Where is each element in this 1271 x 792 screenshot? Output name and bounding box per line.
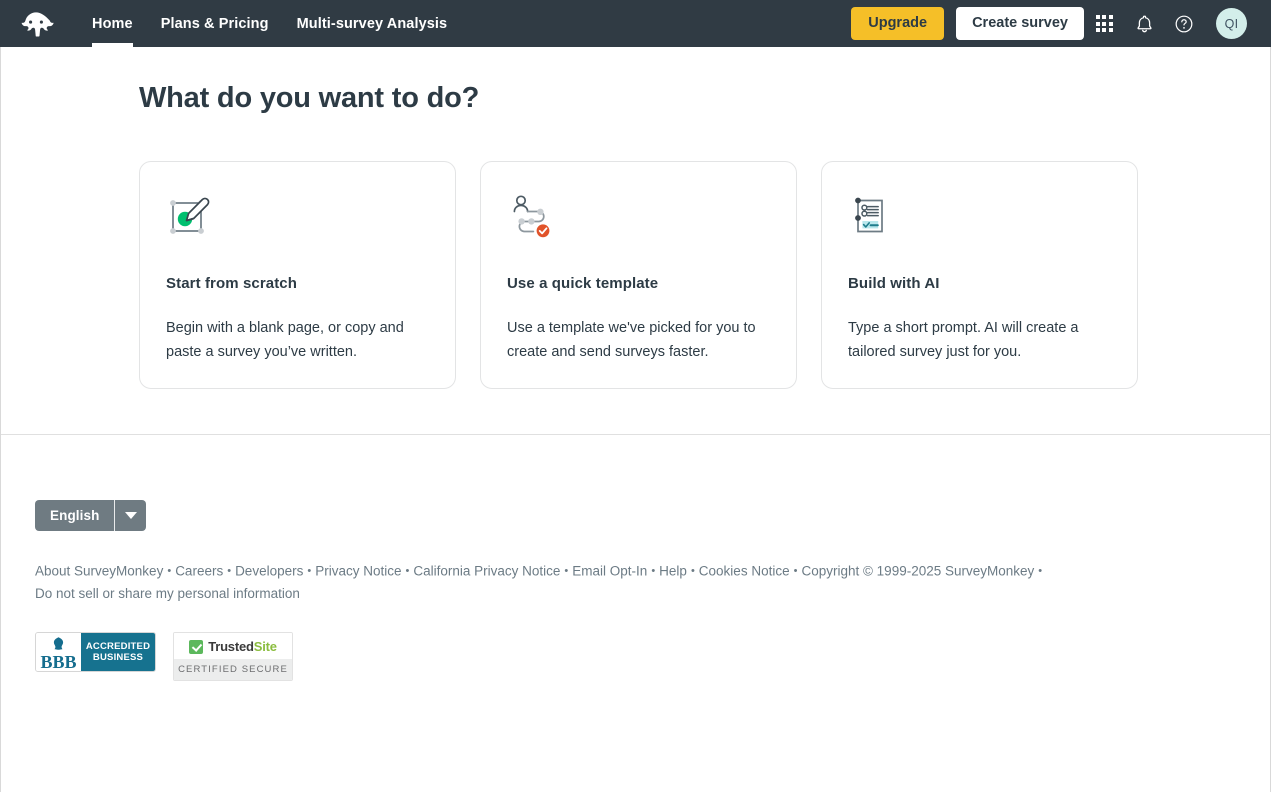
upgrade-button[interactable]: Upgrade (851, 7, 945, 40)
page-root: Home Plans & Pricing Multi-survey Analys… (0, 0, 1271, 792)
nav-item-plans-and-pricing[interactable]: Plans & Pricing (147, 0, 283, 47)
footer-link-separator: • (564, 565, 569, 577)
help-button[interactable] (1164, 4, 1204, 44)
trustedsite-name-secondary: Site (253, 639, 277, 654)
card-description: Use a template we've picked for you to c… (507, 320, 756, 360)
bbb-mark-text: BBB (40, 651, 77, 672)
footer-link-separator: • (1038, 565, 1043, 577)
nav-item-plans-and-pricing-label: Plans & Pricing (160, 15, 269, 32)
user-avatar[interactable]: QI (1216, 8, 1247, 39)
footer-link-california-privacy-notice[interactable]: California Privacy Notice (413, 564, 560, 579)
create-survey-button[interactable]: Create survey (956, 7, 1084, 40)
card-icon-wrapper (848, 188, 1111, 244)
top-navigation-bar: Home Plans & Pricing Multi-survey Analys… (0, 0, 1271, 47)
footer-link-about-surveymonkey[interactable]: About SurveyMonkey (35, 564, 163, 579)
language-selector[interactable]: English (35, 500, 147, 531)
card-description: Type a short prompt. AI will create a ta… (848, 320, 1079, 360)
grid-apps-icon (1095, 15, 1113, 32)
nav-item-home-label: Home (92, 15, 133, 32)
footer-link-separator: • (690, 565, 695, 577)
card-title: Use a quick template (507, 275, 659, 292)
apps-grid-button[interactable] (1084, 4, 1124, 44)
footer-link-separator: • (167, 565, 172, 577)
trustedsite-badge[interactable]: TrustedSite CERTIFIED SECURE (173, 631, 293, 681)
trustedsite-header: TrustedSite (174, 632, 292, 659)
footer-link-separator: • (405, 565, 410, 577)
trustedsite-caption: CERTIFIED SECURE (174, 658, 292, 680)
chevron-down-icon[interactable] (115, 500, 146, 531)
bbb-accredited-business-badge[interactable]: BBB ACCREDITED BUSINESS (35, 631, 156, 672)
bell-icon (1136, 14, 1152, 32)
footer-copyright: Copyright © 1999-2025 SurveyMonkey (801, 563, 1035, 579)
nav-item-multi-survey-analysis-label: Multi-survey Analysis (296, 15, 448, 32)
card-icon-wrapper (166, 188, 429, 244)
card-title: Build with AI (848, 275, 940, 292)
action-cards: Start from scratch Begin with a blank pa… (1, 115, 1270, 389)
footer-links: About SurveyMonkey • Careers • Developers • Pr… (35, 560, 1155, 605)
footer-link-email-opt-in[interactable]: Email Opt-In (572, 564, 647, 579)
language-selector-divider (114, 500, 116, 531)
person-path-check-icon (513, 195, 550, 238)
main-nav: Home Plans & Pricing Multi-survey Analys… (78, 0, 461, 47)
form-checklist-icon (855, 197, 883, 233)
footer-link-do-not-sell[interactable]: Do not sell or share my personal informa… (35, 586, 300, 601)
footer-link-separator: • (227, 565, 232, 577)
card-build-with-ai[interactable]: Build with AI Type a short prompt. AI wi… (821, 161, 1138, 389)
page-title: What do you want to do? (139, 82, 480, 114)
question-circle-icon (1175, 15, 1193, 32)
footer-link-separator: • (651, 565, 656, 577)
nav-item-home[interactable]: Home (78, 0, 147, 47)
card-description: Begin with a blank page, or copy and pas… (166, 320, 404, 360)
pencil-square-icon (170, 197, 210, 234)
trustedsite-name-primary: Trusted (208, 639, 254, 654)
trust-badges: BBB ACCREDITED BUSINESS TrustedSite CERT… (35, 631, 1270, 681)
card-icon-wrapper (507, 188, 770, 244)
surveymonkey-logo[interactable] (16, 7, 56, 41)
footer-link-cookies-notice[interactable]: Cookies Notice (699, 564, 790, 579)
bbb-line-2: BUSINESS (92, 651, 144, 663)
page-footer: English About SurveyMonkey • Careers • Devel… (1, 435, 1270, 681)
bbb-logo: BBB (36, 632, 81, 672)
footer-link-separator: • (307, 565, 312, 577)
language-selector-label: English (50, 508, 100, 523)
green-check-icon (189, 639, 204, 654)
footer-link-help[interactable]: Help (659, 564, 687, 579)
bbb-accredited-text: ACCREDITED BUSINESS (81, 632, 155, 671)
footer-link-careers[interactable]: Careers (175, 564, 223, 579)
bbb-line-1: ACCREDITED (85, 640, 151, 652)
main-content: What do you want to do? Start from scrat… (0, 47, 1271, 792)
card-start-from-scratch[interactable]: Start from scratch Begin with a blank pa… (139, 161, 456, 389)
header-actions: Upgrade Create survey QI (851, 4, 1247, 44)
card-title: Start from scratch (166, 275, 298, 292)
notifications-button[interactable] (1124, 4, 1164, 44)
trustedsite-name: TrustedSite (208, 639, 277, 654)
footer-link-privacy-notice[interactable]: Privacy Notice (315, 564, 401, 579)
footer-link-separator: • (793, 565, 798, 577)
footer-link-developers[interactable]: Developers (235, 564, 303, 579)
card-use-a-quick-template[interactable]: Use a quick template Use a template we'v… (480, 161, 797, 389)
nav-item-multi-survey-analysis[interactable]: Multi-survey Analysis (283, 0, 462, 47)
